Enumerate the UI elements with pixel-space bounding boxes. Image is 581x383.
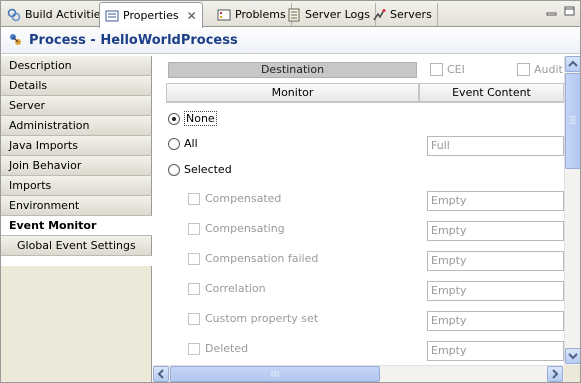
event-content-field[interactable]: Empty [427,311,564,331]
radio-button [168,163,180,176]
problems-icon [217,8,231,22]
monitor-none-radio[interactable]: None [168,111,217,126]
event-compensation-failed-checkbox[interactable]: Compensation failed [188,252,318,265]
sidebar-item-join-behavior[interactable]: Join Behavior [1,156,152,176]
minimize-icon[interactable] [546,6,558,17]
section-list-background [1,266,152,382]
checkbox-box [430,63,443,76]
scroll-up-button[interactable] [565,56,580,72]
sidebar-item-global-event-settings[interactable]: Global Event Settings [1,236,152,256]
sidebar-item-event-monitor[interactable]: Event Monitor [1,216,152,236]
event-content-column-header[interactable]: Event Content [419,83,564,102]
process-icon [7,31,23,50]
maximize-icon[interactable] [564,6,576,17]
sidebar-item-java-imports[interactable]: Java Imports [1,136,152,156]
event-content-field[interactable]: Empty [427,341,564,361]
sidebar-item-administration[interactable]: Administration [1,116,152,136]
event-label: Deleted [205,342,249,355]
monitor-all-radio[interactable]: All [168,137,198,150]
checkbox-box [188,282,200,295]
destination-row: Destination CEI Audit [166,61,564,79]
horizontal-scrollbar[interactable] [153,365,564,382]
event-compensating-checkbox[interactable]: Compensating [188,222,285,235]
vertical-scrollbar[interactable] [564,56,580,365]
tab-server-logs[interactable]: Server Logs [282,3,376,26]
radio-button [168,137,180,150]
sidebar-item-server[interactable]: Server [1,96,152,116]
event-label: Custom property set [205,312,319,325]
event-content-field[interactable]: Empty [427,281,564,301]
build-activities-icon [7,8,21,22]
event-label: Compensated [205,192,282,205]
close-icon[interactable]: ✕ [187,9,197,23]
monitor-column-header[interactable]: Monitor [166,83,419,102]
section-list: Description Details Server Administratio… [1,56,152,382]
scroll-left-button[interactable] [153,366,169,382]
all-event-content-field[interactable]: Full [427,136,564,156]
event-correlation-checkbox[interactable]: Correlation [188,282,266,295]
scroll-right-button[interactable] [547,366,563,382]
sidebar-item-imports[interactable]: Imports [1,176,152,196]
event-monitor-pane: Destination CEI Audit Monitor Event Cont… [153,56,580,382]
properties-view: Build Activities Properties ✕ Problems S… [0,0,581,383]
destination-header: Destination [168,62,417,78]
tab-properties[interactable]: Properties ✕ [99,2,203,28]
event-compensated-checkbox[interactable]: Compensated [188,192,281,205]
servers-icon [372,8,386,22]
audit-checkbox[interactable]: Audit [517,63,563,76]
tab-label: Build Activities [25,8,107,21]
page-title: Process - HelloWorldProcess [29,33,238,48]
server-logs-icon [287,8,301,22]
tab-label: Problems [235,8,286,21]
horizontal-scroll-thumb[interactable] [170,366,380,382]
tab-build-activities[interactable]: Build Activities [2,3,113,26]
tab-problems[interactable]: Problems [212,3,292,26]
checkbox-box [188,342,200,355]
properties-icon [105,9,119,23]
radio-label: All [184,137,198,150]
scroll-down-button[interactable] [565,348,580,364]
scrollbar-corner [564,365,580,382]
tab-label: Server Logs [305,8,370,21]
audit-label: Audit [534,63,563,76]
properties-title-bar: Process - HelloWorldProcess [1,28,580,54]
cei-label: CEI [447,63,465,76]
event-content-field[interactable]: Empty [427,191,564,211]
view-tab-bar: Build Activities Properties ✕ Problems S… [1,1,580,28]
monitor-table-header: Monitor Event Content [166,83,564,103]
checkbox-box [517,63,530,76]
checkbox-box [188,192,200,205]
event-label: Compensation failed [205,252,319,265]
sidebar-item-environment[interactable]: Environment [1,196,152,216]
sidebar-item-description[interactable]: Description [1,56,152,76]
event-deleted-checkbox[interactable]: Deleted [188,342,248,355]
checkbox-box [188,312,200,325]
event-monitor-content: Destination CEI Audit Monitor Event Cont… [153,56,564,365]
radio-button [168,112,180,125]
event-content-field[interactable]: Empty [427,251,564,271]
event-custom-property-set-checkbox[interactable]: Custom property set [188,312,318,325]
radio-label: Selected [184,163,232,176]
checkbox-box [188,252,200,265]
monitor-selected-radio[interactable]: Selected [168,163,232,176]
event-label: Correlation [205,282,266,295]
tab-servers[interactable]: Servers [367,3,438,26]
checkbox-box [188,222,200,235]
event-label: Compensating [205,222,285,235]
tab-label: Properties [123,9,179,22]
sidebar-item-details[interactable]: Details [1,76,152,96]
cei-checkbox[interactable]: CEI [430,63,465,76]
radio-label: None [184,111,217,126]
view-window-controls [546,6,576,17]
event-content-field[interactable]: Empty [427,221,564,241]
vertical-scroll-thumb[interactable] [565,73,580,169]
tab-label: Servers [390,8,432,21]
